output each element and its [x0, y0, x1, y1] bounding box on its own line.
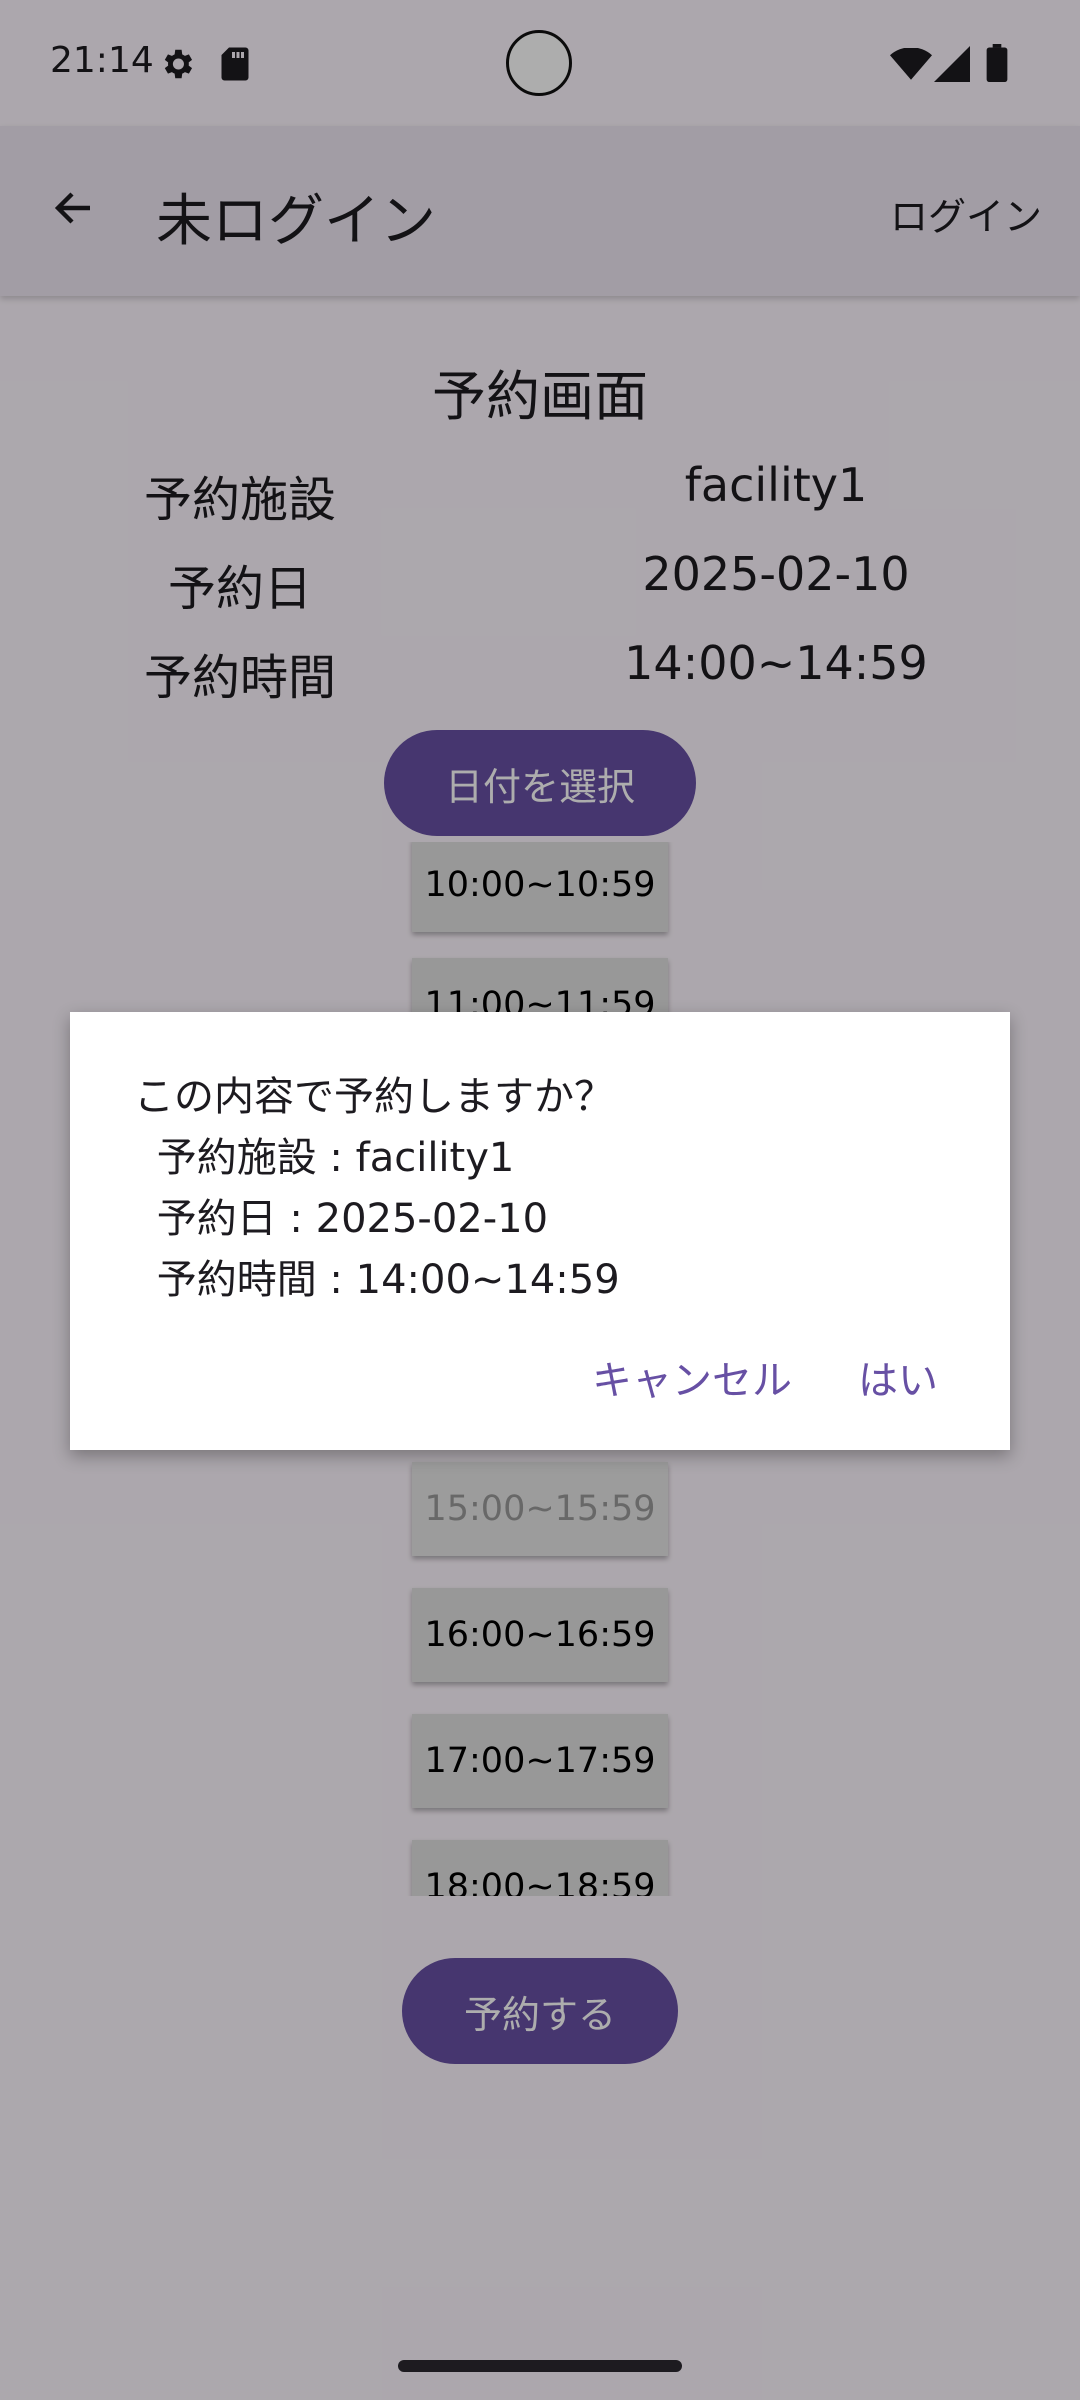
home-indicator[interactable] [398, 2360, 682, 2372]
dialog-cancel-button[interactable]: キャンセル [592, 1348, 792, 1406]
dialog-date-line: 予約日 : 2025-02-10 [144, 1196, 549, 1242]
dialog-confirm-button[interactable]: はい [858, 1348, 938, 1406]
confirm-dialog: この内容で予約しますか？ 予約施設 : facility1 予約日 : 2025… [70, 1012, 1010, 1450]
dialog-time-line: 予約時間 : 14:00~14:59 [144, 1257, 620, 1303]
dialog-facility-line: 予約施設 : facility1 [144, 1135, 515, 1181]
dialog-question: この内容で予約しますか？ [134, 1074, 614, 1120]
